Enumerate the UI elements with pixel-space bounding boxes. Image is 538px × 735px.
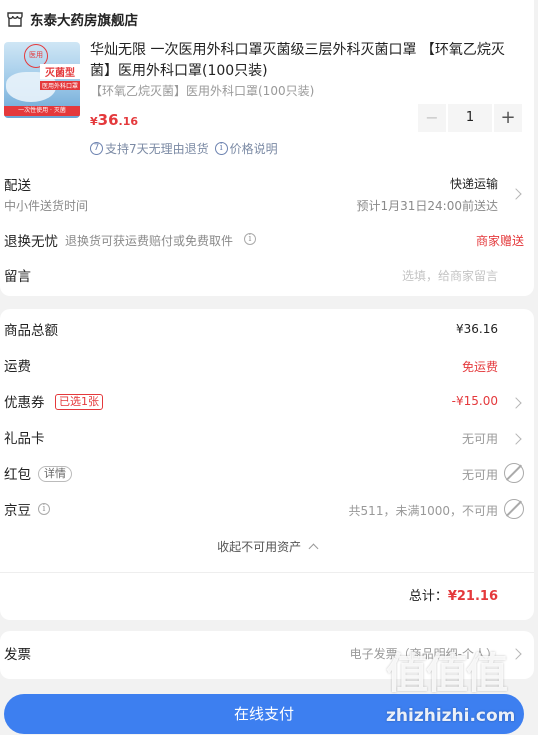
message-input[interactable]: 选填，给商家留言 xyxy=(402,267,498,284)
store-header[interactable]: 东泰大药房旗舰店 xyxy=(6,8,138,30)
chevron-right-icon xyxy=(510,188,522,200)
red-packet-row: 红包 详情 无可用 xyxy=(0,463,534,485)
worry-free-desc: 退换货可获运费赔付或免费取件 xyxy=(65,234,234,248)
quantity-stepper: − 1 + xyxy=(418,104,522,132)
jingdou-info-icon[interactable]: i xyxy=(38,503,50,515)
divider xyxy=(0,572,534,573)
return-policy[interactable]: 支持7天无理由退货 xyxy=(105,140,209,157)
chevron-right-icon xyxy=(510,433,522,445)
delivery-row[interactable]: 配送 中小件送货时间 快递运输 预计1月31日24:00前送达 xyxy=(0,170,534,216)
product-spec: 【环氧乙烷灭菌】医用外科口罩(100只装) xyxy=(90,84,315,98)
delivery-eta: 预计1月31日24:00前送达 xyxy=(356,199,499,213)
gift-card-value: 无可用 xyxy=(461,432,498,446)
collapse-toggle[interactable]: 收起不可用资产 xyxy=(0,538,534,555)
worry-free-tag: 商家赠送 xyxy=(475,234,524,248)
info-icon: i xyxy=(214,142,228,155)
goods-total-value: ¥36.16 xyxy=(456,322,498,336)
service-tags: 7 支持7天无理由退货 i 价格说明 xyxy=(90,140,278,157)
unavailable-icon xyxy=(504,463,524,483)
delivery-label: 配送 xyxy=(4,178,31,194)
product-image[interactable]: 医用 灭菌型 医用外科口罩 一次性使用 · 灭菌 xyxy=(4,42,80,118)
chevron-up-icon xyxy=(308,543,319,554)
red-packet-detail[interactable]: 详情 xyxy=(38,466,72,482)
goods-total-row: 商品总额 ¥36.16 xyxy=(0,319,534,341)
return-icon: 7 xyxy=(90,142,103,155)
invoice-card[interactable]: 发票 电子发票（商品明细-个人） xyxy=(0,631,534,679)
store-name: 东泰大药房旗舰店 xyxy=(30,13,138,29)
invoice-value: 电子发票（商品明细-个人） xyxy=(349,647,498,661)
collapse-label: 收起不可用资产 xyxy=(217,540,302,554)
product-title[interactable]: 华灿无限 一次医用外科口罩灭菌级三层外科灭菌口罩 【环氧乙烷灭菌】医用外科口罩(… xyxy=(90,40,522,81)
increase-button[interactable]: + xyxy=(494,104,522,132)
order-card: 东泰大药房旗舰店 医用 灭菌型 医用外科口罩 一次性使用 · 灭菌 华灿无限 一… xyxy=(0,0,534,296)
delivery-method: 快递运输 xyxy=(449,177,498,191)
coupon-row[interactable]: 优惠券 已选1张 -¥15.00 xyxy=(0,391,534,413)
coupon-value: -¥15.00 xyxy=(451,394,498,408)
worry-free-row[interactable]: 退换无忧 退换货可获运费赔付或免费取件 i 商家赠送 xyxy=(0,226,534,250)
delivery-sub: 中小件送货时间 xyxy=(4,199,89,213)
worry-free-info-icon[interactable]: i xyxy=(244,233,256,245)
price-note-link[interactable]: 价格说明 xyxy=(230,140,278,157)
pay-button[interactable]: 在线支付 xyxy=(4,694,524,734)
order-total: 总计：¥21.16 xyxy=(409,585,498,604)
shipping-label: 运费 xyxy=(4,359,31,375)
total-value: ¥21.16 xyxy=(447,589,498,604)
store-icon xyxy=(7,12,23,27)
gift-card-row[interactable]: 礼品卡 无可用 xyxy=(0,427,534,449)
message-row[interactable]: 留言 选填，给商家留言 xyxy=(0,262,534,286)
red-packet-value: 无可用 xyxy=(461,468,498,482)
invoice-label: 发票 xyxy=(4,647,31,663)
chevron-right-icon xyxy=(510,397,522,409)
message-label: 留言 xyxy=(4,269,31,285)
unavailable-icon xyxy=(504,499,524,519)
shipping-value: 免运费 xyxy=(461,360,498,374)
product-image-label: 灭菌型 医用外科口罩 xyxy=(40,64,80,90)
summary-card: 商品总额 ¥36.16 运费 免运费 优惠券 已选1张 -¥15.00 礼品卡 … xyxy=(0,309,534,620)
gift-card-label: 礼品卡 xyxy=(4,431,45,447)
coupon-label: 优惠券 xyxy=(4,395,45,411)
goods-total-label: 商品总额 xyxy=(4,323,58,339)
product-price: ¥36.16 xyxy=(90,111,139,129)
decrease-button[interactable]: − xyxy=(418,104,446,132)
red-packet-label: 红包 xyxy=(4,467,31,483)
quantity-input[interactable]: 1 xyxy=(446,104,494,132)
product-image-footer: 一次性使用 · 灭菌 xyxy=(4,106,80,116)
jingdou-value: 共511，未满1000，不可用 xyxy=(348,504,498,518)
jingdou-row: 京豆 i 共511，未满1000，不可用 xyxy=(0,499,534,521)
jingdou-label: 京豆 xyxy=(4,503,31,519)
coupon-tag: 已选1张 xyxy=(55,394,103,410)
shipping-row: 运费 免运费 xyxy=(0,355,534,377)
chevron-right-icon xyxy=(510,648,522,660)
worry-free-label: 退换无忧 xyxy=(4,234,58,250)
total-label: 总计： xyxy=(408,589,448,604)
